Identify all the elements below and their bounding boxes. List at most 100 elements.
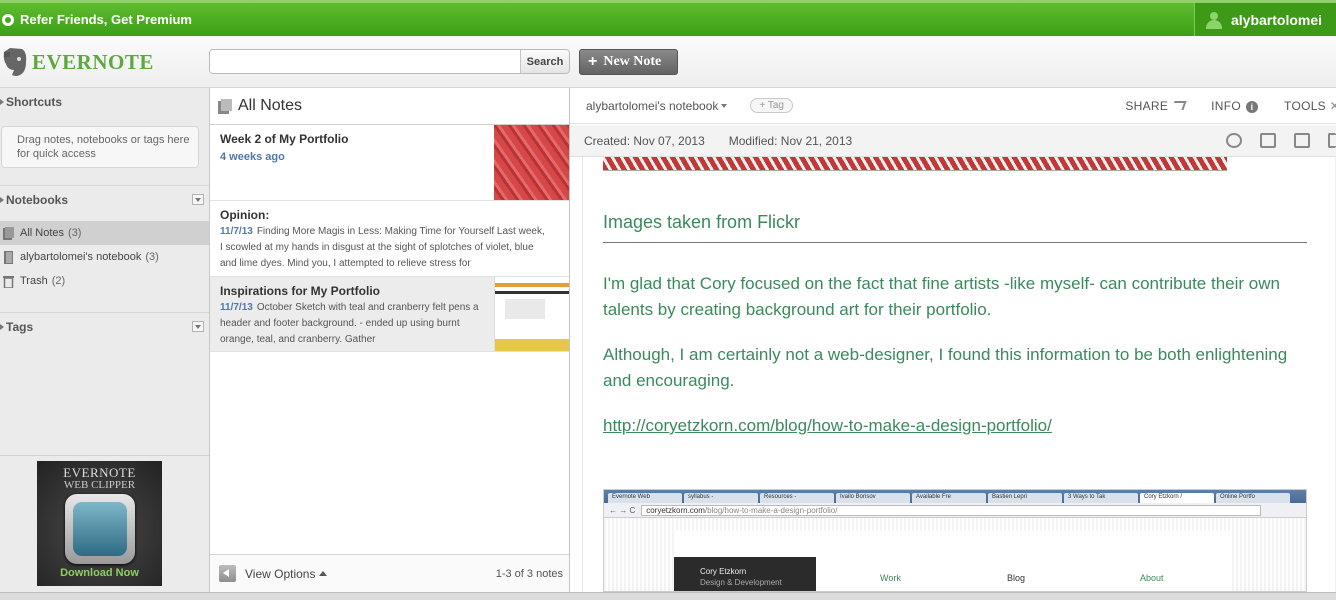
sidebar-item-count: (2) — [51, 275, 66, 287]
search-input[interactable] — [210, 50, 520, 73]
view-options-label: View Options — [245, 566, 316, 581]
close-icon[interactable]: ✕ — [1330, 99, 1336, 113]
editor-actions: SHARE INFO i TOOLS ✕ — [1125, 88, 1336, 124]
search-button[interactable]: Search — [520, 50, 569, 73]
plus-icon: + — [588, 53, 598, 70]
new-note-label: New Note — [603, 54, 662, 69]
thumbnail-header-bar — [495, 283, 569, 287]
site-tagline: Design & Development — [700, 578, 782, 587]
sidebar-item-trash[interactable]: Trash (2) — [0, 269, 209, 293]
web-clipper-ad[interactable]: EVERNOTE WEB CLIPPER Download Now — [37, 461, 162, 586]
share-label: SHARE — [1125, 99, 1169, 113]
reminder-icon[interactable] — [1226, 133, 1242, 148]
note-thumbnail — [494, 277, 569, 351]
browser-tab: Bastien Lepri — [988, 493, 1062, 503]
url-host: coryetzkorn.com — [646, 505, 705, 515]
tags-dropdown-icon[interactable] — [192, 321, 204, 332]
note-paragraph: Although, I am certainly not a web-desig… — [603, 345, 1288, 390]
collapse-list-button[interactable] — [219, 565, 236, 582]
sidebar-item-count: (3) — [68, 227, 82, 239]
created-date: Created: Nov 07, 2013 — [584, 133, 705, 148]
horizontal-rule — [603, 242, 1307, 243]
note-body[interactable]: Images taken from Flickr I'm glad that C… — [582, 157, 1336, 592]
gift-icon — [2, 13, 14, 26]
sidebar-item-label: Trash — [20, 275, 48, 287]
promo-bar: Refer Friends, Get Premium alybartolomei — [0, 0, 1336, 36]
note-count: 1-3 of 3 notes — [495, 567, 563, 580]
note-image — [603, 157, 1227, 171]
refer-label: Refer Friends, Get Premium — [20, 12, 192, 27]
sidebar-item-label: alybartolomei's notebook — [20, 251, 142, 263]
tools-button[interactable]: TOOLS ✕ — [1284, 99, 1336, 113]
view-options-button[interactable]: View Options — [245, 566, 328, 581]
new-note-button[interactable]: + New Note — [579, 49, 678, 75]
delete-icon[interactable] — [1328, 133, 1336, 148]
browser-tab: 3 Ways to Tak — [1064, 493, 1138, 503]
shortcuts-drop-zone[interactable]: Drag notes, notebooks or tags here for q… — [1, 126, 199, 168]
browser-page: Cory Etzkorn Design & Development Work B… — [604, 518, 1306, 591]
embedded-screenshot: Evernote Web syllabus - Resources - Ivai… — [603, 489, 1307, 592]
note-title: Opinion: — [220, 208, 270, 222]
tags-section-header[interactable]: Tags — [0, 312, 209, 340]
evernote-logo[interactable]: EVERNOTE — [0, 46, 154, 78]
trash-icon — [3, 276, 14, 288]
browser-url: coryetzkorn.com/blog/how-to-make-a-desig… — [641, 504, 1262, 516]
note-thumbnail — [494, 125, 569, 200]
download-now-link[interactable]: Download Now — [37, 567, 162, 579]
refer-friends-link[interactable]: Refer Friends, Get Premium — [2, 12, 192, 27]
shortcuts-section-header[interactable]: Shortcuts — [0, 88, 209, 116]
notebooks-section-header[interactable]: Notebooks — [0, 185, 209, 213]
note-list-title: All Notes — [238, 97, 303, 114]
meta-icons — [1226, 133, 1336, 148]
bottom-status-strip — [0, 592, 1336, 600]
notes-stack-icon — [218, 98, 232, 114]
note-link[interactable]: http://coryetzkorn.com/blog/how-to-make-… — [603, 413, 1293, 439]
search-box: Search — [209, 49, 570, 74]
sidebar-item-all-notes[interactable]: All Notes (3) — [0, 221, 209, 245]
notes-stack-icon — [3, 227, 14, 240]
sidebar-item-count: (3) — [145, 251, 159, 263]
url-path: /blog/how-to-make-a-design-portfolio/ — [704, 505, 838, 515]
note-card-selected[interactable]: Inspirations for My Portfolio 11/7/13 Oct… — [210, 277, 569, 352]
share-button[interactable]: SHARE — [1125, 99, 1187, 113]
editor-toolbar: alybartolomei's notebook + Tag SHARE INF… — [570, 88, 1336, 124]
notebook-selector[interactable]: alybartolomei's notebook — [586, 98, 728, 113]
web-clipper-app-icon — [64, 494, 135, 564]
caret-up-icon — [319, 570, 328, 576]
notebooks-dropdown-icon[interactable] — [192, 194, 204, 205]
presentation-icon[interactable] — [1260, 133, 1276, 148]
note-list: All Notes Week 2 of My Portfolio 4 weeks… — [210, 88, 570, 592]
browser-tab: Available Fre — [912, 493, 986, 503]
note-snippet-text: October Sketch with teal and cranberry f… — [220, 302, 479, 345]
info-icon: i — [1246, 101, 1259, 113]
tools-label: TOOLS — [1284, 99, 1326, 113]
note-card[interactable]: Week 2 of My Portfolio 4 weeks ago — [210, 125, 569, 201]
note-editor: alybartolomei's notebook + Tag SHARE INF… — [570, 88, 1336, 592]
note-paragraph: I'm glad that Cory focused on the fact t… — [603, 274, 1280, 319]
browser-tab: Resources - — [760, 493, 834, 503]
elephant-icon — [3, 48, 27, 76]
thumbnail-footer-bar — [495, 339, 569, 351]
share-arrow-icon — [1171, 101, 1187, 110]
site-nav-work: Work — [880, 573, 901, 583]
notebook-icon — [4, 251, 13, 264]
account-menu[interactable]: alybartolomei — [1194, 3, 1336, 36]
sidebar-item-notebook[interactable]: alybartolomei's notebook (3) — [0, 245, 209, 269]
note-list-footer: View Options 1-3 of 3 notes — [210, 554, 569, 592]
note-card[interactable]: Opinion: 11/7/13 Finding More Magis in Le… — [210, 201, 569, 277]
user-icon — [1205, 11, 1223, 29]
note-list-header: All Notes — [210, 88, 569, 125]
sidebar: Shortcuts Drag notes, notebooks or tags … — [0, 88, 210, 592]
shortcuts-label: Shortcuts — [6, 95, 63, 109]
notebook-selector-label: alybartolomei's notebook — [586, 98, 719, 113]
expand-icon[interactable] — [1294, 133, 1310, 148]
browser-tab: Ivailo Borisov — [836, 493, 910, 503]
nav-arrows-icon: ← → C — [609, 505, 636, 515]
browser-tab: Online Portfo — [1216, 493, 1290, 503]
info-button[interactable]: INFO i — [1211, 99, 1259, 113]
note-heading: Images taken from Flickr — [603, 212, 801, 232]
browser-tab-active: Cory Etzkorn / — [1140, 493, 1214, 503]
divider — [0, 455, 209, 456]
add-tag-button[interactable]: + Tag — [750, 98, 793, 113]
browser-address-bar: ← → C coryetzkorn.com/blog/how-to-make-a… — [604, 503, 1306, 518]
